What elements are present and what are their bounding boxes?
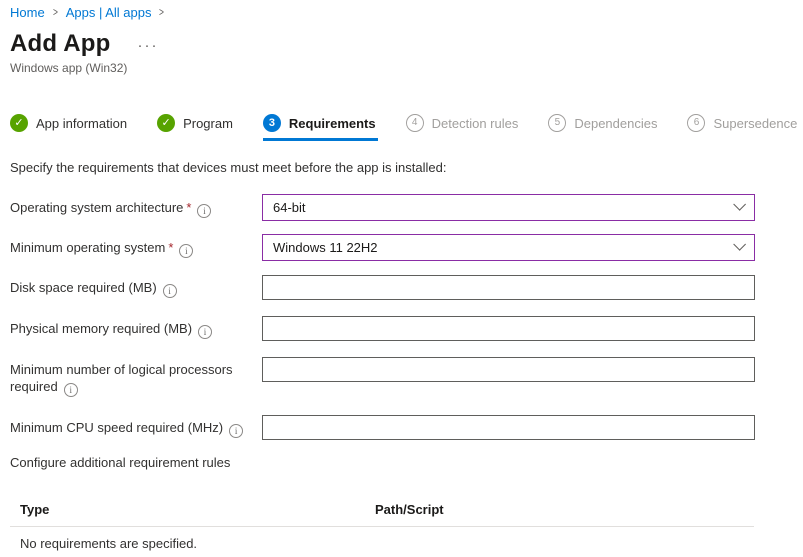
form-row-physical-memory: Physical memory required (MB) [10, 315, 803, 341]
field-label-group: Minimum CPU speed required (MHz) [10, 414, 262, 438]
chevron-down-icon [733, 198, 746, 211]
field-control [262, 414, 755, 440]
step-label: Dependencies [574, 115, 658, 131]
breadcrumb-separator-icon: > [159, 5, 165, 19]
dropdown-value: Windows 11 22H2 [273, 240, 378, 255]
field-label-group: Minimum operating system * [10, 234, 262, 258]
table-header-row: Type Path/Script [10, 494, 754, 526]
rules-heading: Configure additional requirement rules [10, 455, 231, 470]
breadcrumb-home-link[interactable]: Home [10, 5, 45, 20]
field-label-group: Physical memory required (MB) [10, 315, 262, 339]
empty-table-message: No requirements are specified. [20, 536, 198, 551]
form-row-disk-space: Disk space required (MB) [10, 274, 803, 300]
field-label: Disk space required (MB) [10, 280, 157, 295]
disk-space-input[interactable] [262, 275, 755, 300]
step-number-badge: 5 [548, 114, 567, 132]
cpu-speed-input[interactable] [262, 415, 755, 440]
breadcrumb-all-apps-link[interactable]: Apps | All apps [66, 5, 152, 20]
check-icon [157, 114, 176, 132]
column-header-type[interactable]: Type [20, 502, 375, 517]
title-row: Add App ··· [10, 30, 803, 58]
dropdown-value: 64-bit [273, 200, 306, 215]
field-label: Minimum CPU speed required (MHz) [10, 420, 224, 435]
column-header-path-script[interactable]: Path/Script [375, 502, 444, 517]
step-label: Supersedence [713, 115, 798, 131]
chevron-down-icon [733, 238, 746, 251]
field-label: Minimum operating system [10, 240, 166, 255]
field-label-group: Operating system architecture * [10, 194, 262, 218]
field-label: Minimum number of logical processors req… [10, 362, 233, 394]
page-subtitle: Windows app (Win32) [10, 61, 128, 75]
requirements-form: Operating system architecture* 64-bit Mi… [10, 194, 803, 440]
page-title: Add App [10, 30, 111, 57]
step-number-badge: 6 [687, 114, 706, 132]
physical-memory-input[interactable] [262, 316, 755, 341]
info-icon[interactable] [198, 325, 213, 339]
step-app-information[interactable]: App information [10, 114, 127, 132]
step-requirements[interactable]: 3 Requirements [262, 114, 378, 141]
step-label: Program [183, 115, 233, 131]
breadcrumb: Home > Apps | All apps > [10, 3, 803, 21]
form-row-os-architecture: Operating system architecture* 64-bit [10, 194, 803, 221]
step-detection-rules[interactable]: 4 Detection rules [405, 114, 519, 132]
field-control: Windows 11 22H2 [262, 234, 755, 261]
field-label: Operating system architecture [10, 200, 184, 215]
info-icon[interactable] [179, 244, 194, 258]
field-control [262, 356, 755, 382]
step-number-badge: 3 [262, 114, 281, 132]
field-label-group: Disk space required (MB) [10, 274, 262, 298]
form-row-minimum-os: Minimum operating system* Windows 11 22H… [10, 234, 803, 261]
step-dependencies[interactable]: 5 Dependencies [548, 114, 657, 132]
step-number-badge: 4 [405, 114, 424, 132]
form-row-cpu-speed: Minimum CPU speed required (MHz) [10, 414, 803, 440]
step-label: App information [36, 115, 128, 131]
intro-text: Specify the requirements that devices mu… [10, 160, 447, 175]
field-label: Physical memory required (MB) [10, 321, 193, 336]
field-control: 64-bit [262, 194, 755, 221]
step-supersedence[interactable]: 6 Supersedence [687, 114, 797, 132]
required-marker: * [168, 240, 174, 255]
os-architecture-dropdown[interactable]: 64-bit [262, 194, 755, 221]
add-app-page: Home > Apps | All apps > Add App ··· Win… [0, 0, 803, 557]
info-icon[interactable] [63, 383, 78, 397]
breadcrumb-separator-icon: > [52, 5, 58, 19]
step-label: Detection rules [431, 115, 519, 131]
step-program[interactable]: Program [157, 114, 233, 132]
field-control [262, 274, 755, 300]
field-control [262, 315, 755, 341]
step-label: Requirements [288, 115, 376, 131]
required-marker: * [186, 200, 192, 215]
wizard-steps: App information Program 3 Requirements 4… [10, 112, 803, 141]
requirement-rules-table: Type Path/Script No requirements are spe… [10, 494, 754, 557]
more-menu-icon[interactable]: ··· [137, 37, 158, 54]
check-icon [10, 114, 28, 132]
minimum-os-dropdown[interactable]: Windows 11 22H2 [262, 234, 755, 261]
info-icon[interactable] [197, 204, 212, 218]
field-label-group: Minimum number of logical processors req… [10, 356, 262, 397]
logical-processors-input[interactable] [262, 357, 755, 382]
form-row-logical-processors: Minimum number of logical processors req… [10, 356, 803, 397]
info-icon[interactable] [162, 284, 177, 298]
info-icon[interactable] [229, 424, 244, 438]
